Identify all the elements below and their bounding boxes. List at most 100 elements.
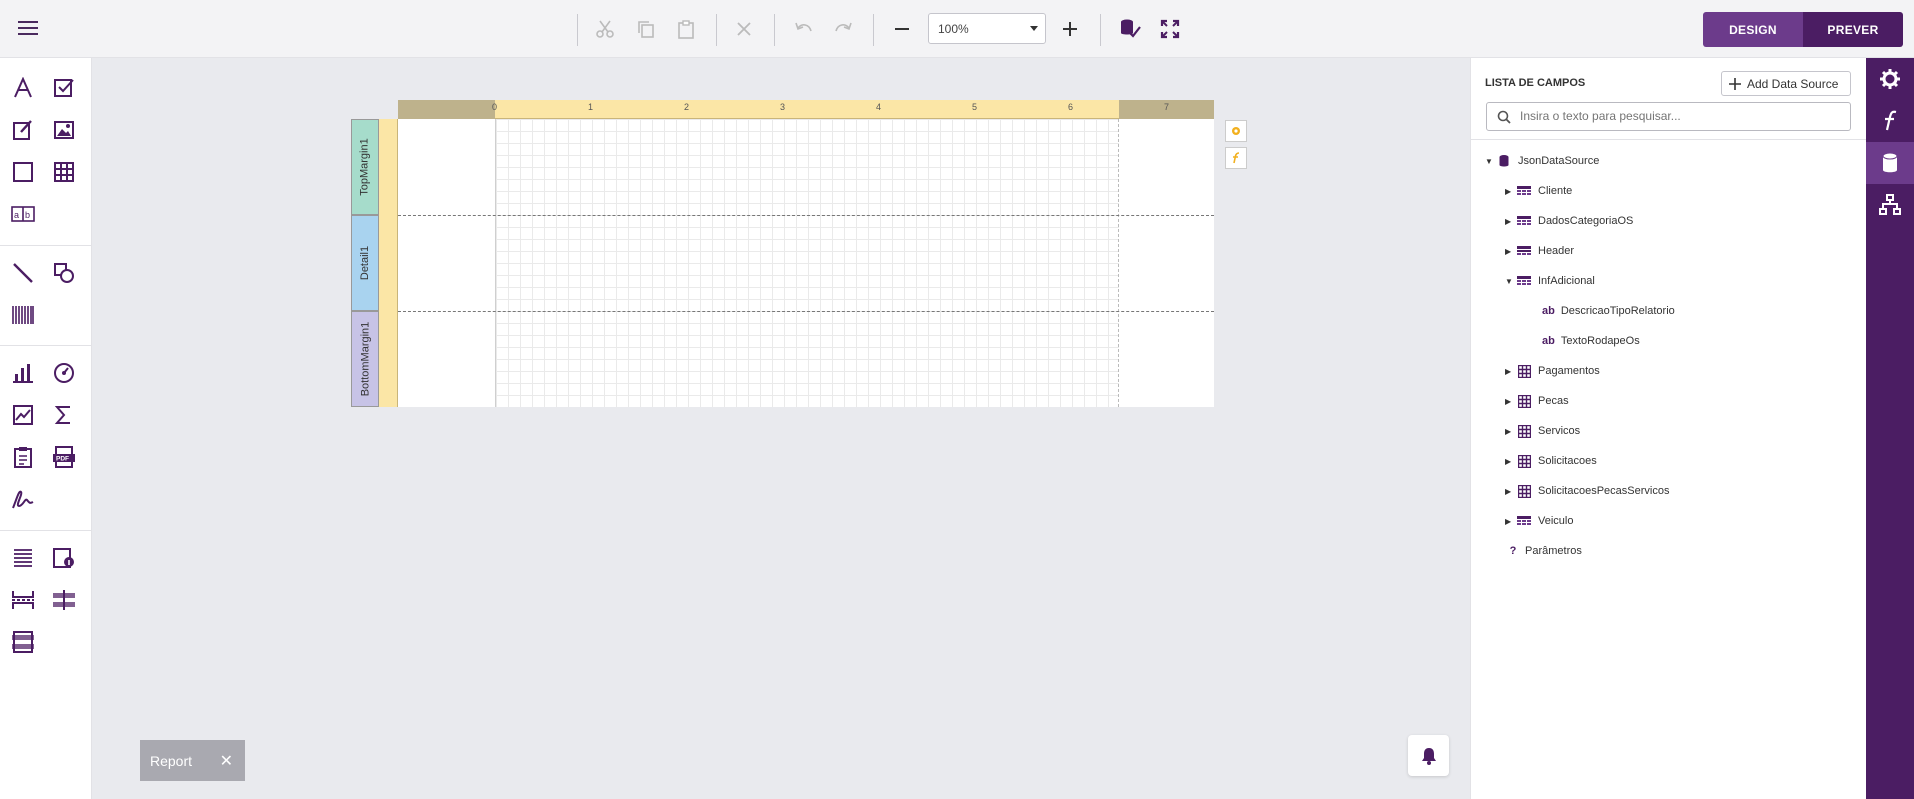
expand-caret-icon[interactable]: ▶: [1505, 367, 1517, 376]
close-icon[interactable]: ✕: [220, 751, 233, 771]
expand-caret-icon[interactable]: ▶: [1505, 517, 1517, 526]
expand-caret-icon[interactable]: ▶: [1505, 427, 1517, 436]
preview-button[interactable]: PREVER: [1803, 12, 1903, 47]
tree-leaf[interactable]: ab DescricaoTipoRelatorio: [1542, 300, 1675, 322]
settings-gear-icon[interactable]: [1225, 120, 1247, 142]
tree-leaf[interactable]: ab TextoRodapeOs: [1542, 330, 1640, 352]
tree-node[interactable]: ▶ Veiculo: [1505, 510, 1573, 532]
svg-text:PDF: PDF: [56, 456, 69, 463]
report-tab[interactable]: Report ✕: [140, 740, 245, 781]
design-button[interactable]: DESIGN: [1703, 12, 1803, 47]
tree-node-label: Pagamentos: [1538, 365, 1600, 377]
pdf-content-tool-icon[interactable]: PDF: [49, 442, 79, 472]
sparkline-tool-icon[interactable]: [8, 400, 38, 430]
band-divider[interactable]: [398, 215, 1214, 216]
toolbox-separator: [0, 345, 92, 346]
copy-icon[interactable]: [629, 12, 663, 46]
expand-caret-icon[interactable]: ▶: [1505, 397, 1517, 406]
summary-tool-icon[interactable]: [49, 400, 79, 430]
expand-caret-icon[interactable]: ▶: [1505, 247, 1517, 256]
barcode-tool-icon[interactable]: [8, 300, 38, 330]
table-tool-icon[interactable]: [49, 157, 79, 187]
signature-tool-icon[interactable]: [8, 484, 38, 514]
properties-gear-icon[interactable]: [1866, 58, 1914, 100]
band-label-text: Detail1: [359, 245, 371, 281]
tree-node[interactable]: ▶ Cliente: [1505, 180, 1572, 202]
band-detail[interactable]: Detail1: [351, 215, 379, 311]
toolbar-separator: [774, 14, 775, 46]
band-divider[interactable]: [398, 311, 1214, 312]
bell-icon[interactable]: [1408, 735, 1449, 776]
undo-icon[interactable]: [787, 12, 821, 46]
validate-data-icon[interactable]: [1113, 12, 1147, 46]
cross-band-box-tool-icon[interactable]: [8, 627, 38, 657]
expand-caret-icon[interactable]: ▶: [1505, 187, 1517, 196]
cross-band-line-tool-icon[interactable]: [49, 585, 79, 615]
paste-icon[interactable]: [669, 12, 703, 46]
subreport-tool-icon[interactable]: [8, 442, 38, 472]
picture-tool-icon[interactable]: [49, 115, 79, 145]
table-row-icon: [1517, 245, 1531, 257]
tree-node[interactable]: ▶ SolicitacoesPecasServicos: [1505, 480, 1669, 502]
gauge-tool-icon[interactable]: [49, 358, 79, 388]
rich-text-tool-icon[interactable]: [8, 115, 38, 145]
tree-node-label: TextoRodapeOs: [1560, 335, 1640, 347]
checkbox-tool-icon[interactable]: [49, 73, 79, 103]
collapse-caret-icon[interactable]: ▼: [1505, 277, 1517, 286]
band-bottom-margin[interactable]: BottomMargin1: [351, 311, 379, 407]
tree-node[interactable]: ▶ Header: [1505, 240, 1574, 262]
cut-icon[interactable]: [588, 12, 622, 46]
fullscreen-icon[interactable]: [1153, 12, 1187, 46]
tree-node[interactable]: ▶ Servicos: [1505, 420, 1580, 442]
band-label-text: BottomMargin1: [359, 321, 371, 397]
character-comb-tool-icon[interactable]: ab: [8, 199, 38, 229]
grid-area: [495, 119, 1119, 407]
chart-tool-icon[interactable]: [8, 358, 38, 388]
search-field[interactable]: [1486, 102, 1851, 131]
expression-icon[interactable]: [1225, 147, 1247, 169]
page-break-tool-icon[interactable]: [8, 585, 38, 615]
right-rail: [1866, 58, 1914, 799]
zoom-value: 100%: [938, 22, 969, 36]
tree-node[interactable]: ▶ Pagamentos: [1505, 360, 1600, 382]
menu-icon[interactable]: [16, 17, 40, 41]
report-explorer-icon[interactable]: [1866, 184, 1914, 226]
zoom-in-icon[interactable]: [1053, 12, 1087, 46]
table-of-contents-tool-icon[interactable]: [8, 543, 38, 573]
toolbar-separator: [1100, 14, 1101, 46]
band-top-margin[interactable]: TopMargin1: [351, 119, 379, 215]
string-field-icon: ab: [1542, 305, 1555, 317]
tree-node-label: Pecas: [1538, 395, 1569, 407]
line-tool-icon[interactable]: [8, 258, 38, 288]
tree-node-root[interactable]: ▼ JsonDataSource: [1485, 150, 1599, 172]
page-info-tool-icon[interactable]: [49, 543, 79, 573]
ruler-number: 4: [876, 102, 882, 112]
design-surface: 0 1 2 3 4 5 6 7 TopMargin1 Detail1 Botto…: [92, 58, 1470, 799]
redo-icon[interactable]: [826, 12, 860, 46]
zoom-out-icon[interactable]: [885, 12, 919, 46]
expand-caret-icon[interactable]: ▶: [1505, 457, 1517, 466]
panel-tool-icon[interactable]: [8, 157, 38, 187]
add-data-source-button[interactable]: Add Data Source: [1721, 71, 1851, 96]
delete-icon[interactable]: [727, 12, 761, 46]
tree-node[interactable]: ▶ DadosCategoriaOS: [1505, 210, 1633, 232]
expand-caret-icon[interactable]: ▶: [1505, 487, 1517, 496]
table-grid-icon: [1517, 454, 1531, 468]
tree-node-label: Servicos: [1538, 425, 1581, 437]
vertical-ruler: [379, 119, 398, 407]
tree-node-label: Solicitacoes: [1538, 455, 1597, 467]
report-body[interactable]: [398, 119, 1214, 407]
field-list-database-icon[interactable]: [1866, 142, 1914, 184]
label-tool-icon[interactable]: [8, 73, 38, 103]
shape-tool-icon[interactable]: [49, 258, 79, 288]
tree-node[interactable]: ▼ InfAdicional: [1505, 270, 1595, 292]
zoom-select[interactable]: 100%: [928, 13, 1046, 44]
expressions-function-icon[interactable]: [1866, 100, 1914, 142]
tree-node-parameters[interactable]: ? Parâmetros: [1505, 540, 1582, 562]
tree-node[interactable]: ▶ Solicitacoes: [1505, 450, 1597, 472]
expand-caret-icon[interactable]: ▶: [1505, 217, 1517, 226]
collapse-caret-icon[interactable]: ▼: [1485, 157, 1497, 166]
toolbar-separator: [577, 14, 578, 46]
tree-node[interactable]: ▶ Pecas: [1505, 390, 1569, 412]
search-input[interactable]: [1520, 109, 1840, 123]
